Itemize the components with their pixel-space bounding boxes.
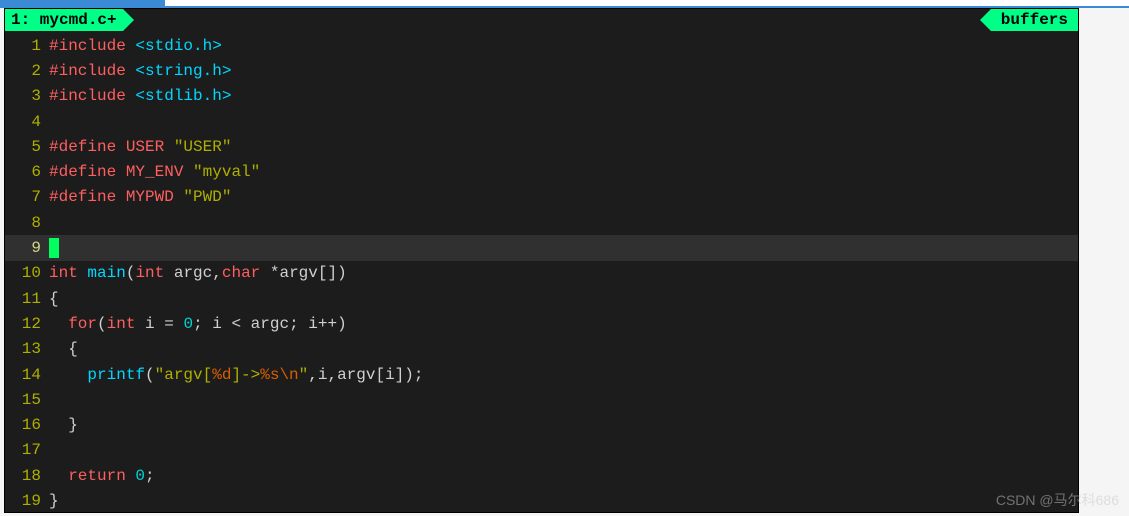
line-number: 15 <box>5 391 49 409</box>
code-line[interactable]: 1#include <stdio.h> <box>5 33 1078 58</box>
line-number: 4 <box>5 113 49 131</box>
code-line[interactable]: 6#define MY_ENV "myval" <box>5 159 1078 184</box>
code-content[interactable]: } <box>49 416 1078 434</box>
line-number: 1 <box>5 37 49 55</box>
code-line[interactable]: 10int main(int argc,char *argv[]) <box>5 261 1078 286</box>
code-line[interactable]: 2#include <string.h> <box>5 58 1078 83</box>
code-line[interactable]: 4 <box>5 109 1078 134</box>
line-number: 17 <box>5 441 49 459</box>
code-content[interactable]: { <box>49 290 1078 308</box>
code-content[interactable]: #include <stdio.h> <box>49 37 1078 55</box>
code-line[interactable]: 13 { <box>5 337 1078 362</box>
code-content[interactable]: { <box>49 340 1078 358</box>
code-line[interactable]: 16 } <box>5 412 1078 437</box>
code-line[interactable]: 5#define USER "USER" <box>5 134 1078 159</box>
code-content[interactable]: int main(int argc,char *argv[]) <box>49 264 1078 282</box>
line-number: 6 <box>5 163 49 181</box>
window: 1: mycmd.c+ buffers 1#include <stdio.h>2… <box>0 0 1129 516</box>
code-line[interactable]: 11{ <box>5 286 1078 311</box>
line-number: 13 <box>5 340 49 358</box>
code-content[interactable]: #define MYPWD "PWD" <box>49 188 1078 206</box>
code-content[interactable]: for(int i = 0; i < argc; i++) <box>49 315 1078 333</box>
code-content[interactable] <box>49 238 1078 258</box>
code-content[interactable]: #include <stdlib.h> <box>49 87 1078 105</box>
line-number: 2 <box>5 62 49 80</box>
line-number: 12 <box>5 315 49 333</box>
scrollbar-track[interactable] <box>1081 8 1129 513</box>
line-number: 19 <box>5 492 49 510</box>
line-number: 5 <box>5 138 49 156</box>
code-line[interactable]: 12 for(int i = 0; i < argc; i++) <box>5 311 1078 336</box>
code-content[interactable]: #define USER "USER" <box>49 138 1078 156</box>
watermark: CSDN @马尔科686 <box>996 490 1119 510</box>
code-content[interactable]: return 0; <box>49 467 1078 485</box>
code-line[interactable]: 3#include <stdlib.h> <box>5 84 1078 109</box>
code-line[interactable]: 7#define MYPWD "PWD" <box>5 185 1078 210</box>
window-top-border <box>0 0 1129 8</box>
line-number: 11 <box>5 290 49 308</box>
code-line[interactable]: 19} <box>5 488 1078 513</box>
code-content[interactable]: } <box>49 492 1078 510</box>
code-line[interactable]: 17 <box>5 438 1078 463</box>
code-line[interactable]: 9 <box>5 235 1078 260</box>
line-number: 9 <box>5 239 49 257</box>
code-area[interactable]: 1#include <stdio.h>2#include <string.h>3… <box>5 31 1078 514</box>
line-number: 16 <box>5 416 49 434</box>
line-number: 3 <box>5 87 49 105</box>
code-content[interactable]: #include <string.h> <box>49 62 1078 80</box>
buffer-tab-bar: 1: mycmd.c+ buffers <box>5 9 1078 31</box>
line-number: 18 <box>5 467 49 485</box>
line-number: 14 <box>5 366 49 384</box>
buffers-label[interactable]: buffers <box>991 9 1078 31</box>
buffer-tab-current[interactable]: 1: mycmd.c+ <box>5 9 123 31</box>
editor-pane: 1: mycmd.c+ buffers 1#include <stdio.h>2… <box>4 8 1079 513</box>
code-line[interactable]: 15 <box>5 387 1078 412</box>
code-line[interactable]: 18 return 0; <box>5 463 1078 488</box>
line-number: 7 <box>5 188 49 206</box>
code-content[interactable]: #define MY_ENV "myval" <box>49 163 1078 181</box>
code-line[interactable]: 8 <box>5 210 1078 235</box>
code-line[interactable]: 14 printf("argv[%d]->%s\n",i,argv[i]); <box>5 362 1078 387</box>
text-cursor <box>49 238 59 258</box>
line-number: 8 <box>5 214 49 232</box>
line-number: 10 <box>5 264 49 282</box>
code-content[interactable]: printf("argv[%d]->%s\n",i,argv[i]); <box>49 366 1078 384</box>
